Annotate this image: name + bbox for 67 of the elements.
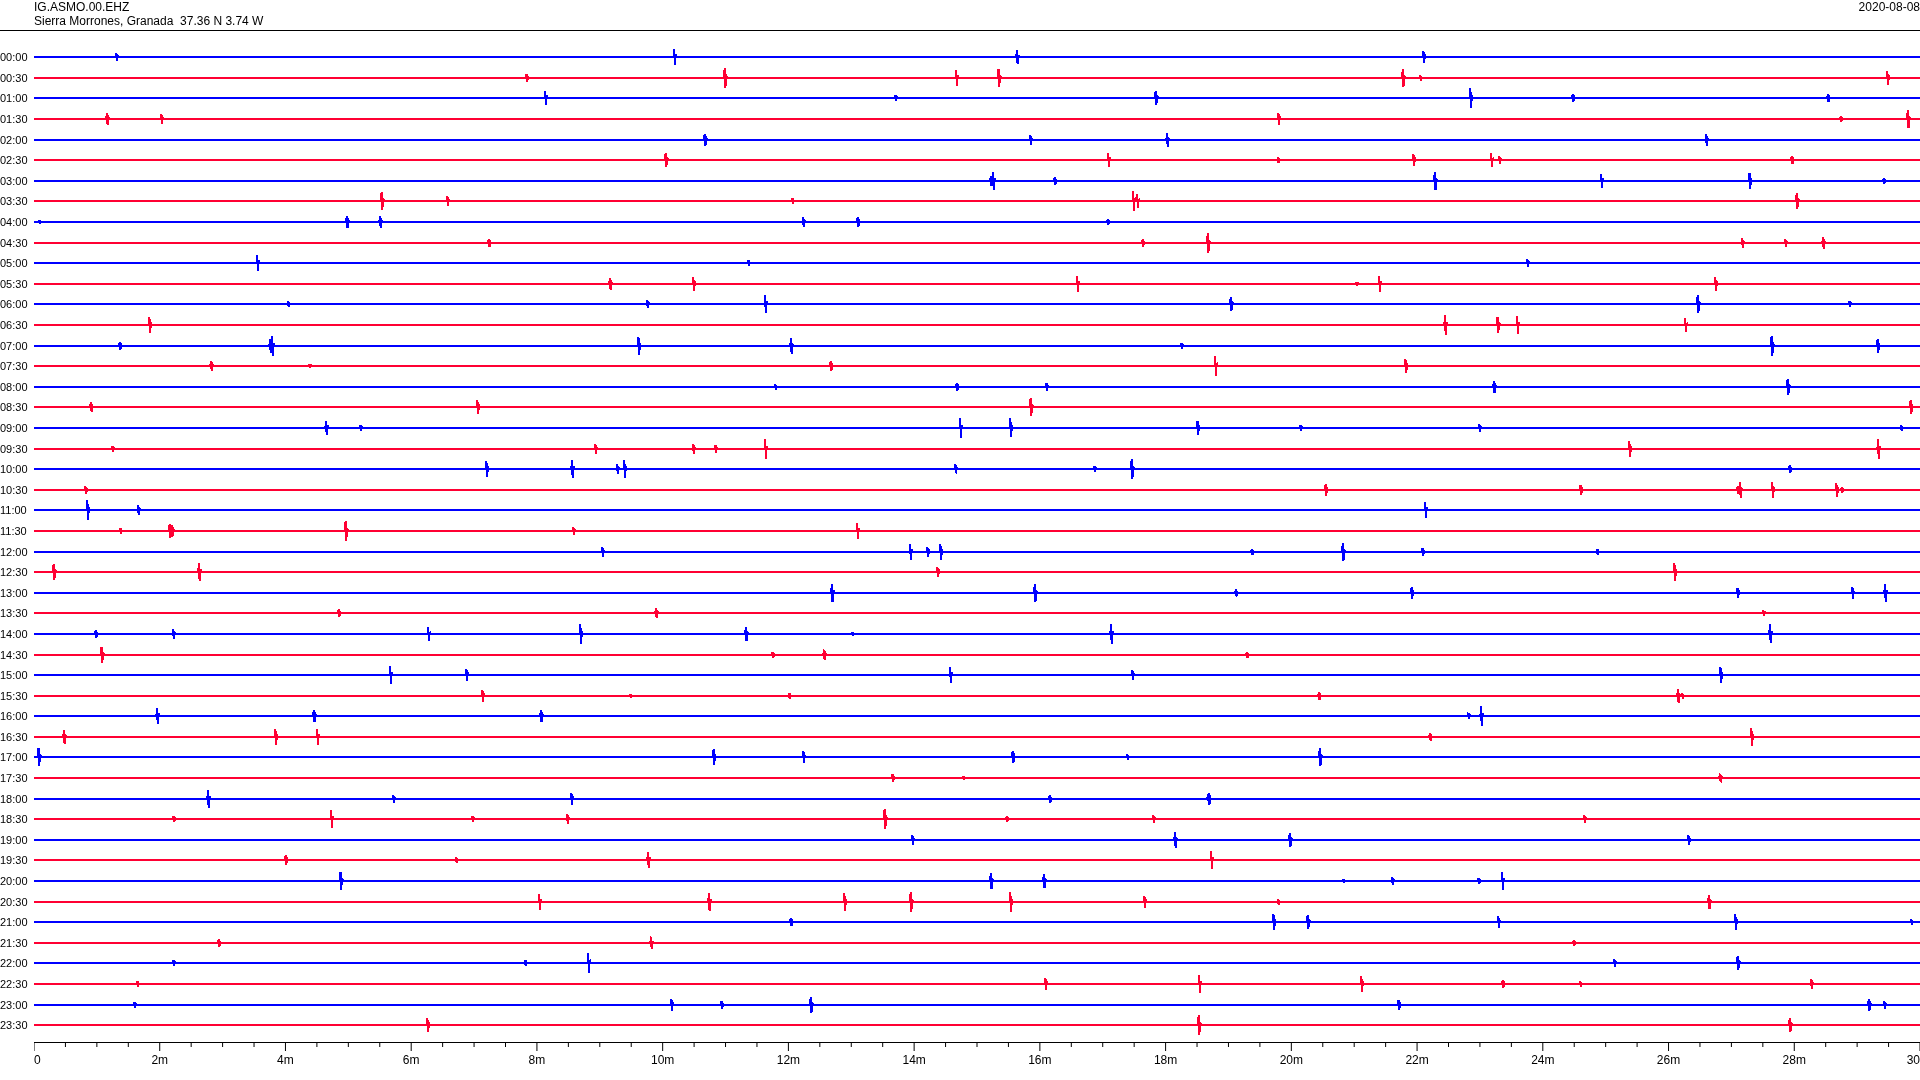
time-label: 23:00: [0, 998, 29, 1011]
time-label: 08:00: [0, 380, 29, 393]
time-label: 15:00: [0, 669, 29, 682]
time-label: 00:30: [0, 71, 29, 84]
time-label: 23:30: [0, 1019, 29, 1032]
time-label: 09:30: [0, 442, 29, 455]
time-label: 21:30: [0, 936, 29, 949]
time-label: 01:30: [0, 113, 29, 126]
time-label: 17:00: [0, 751, 29, 764]
axis-label: 4m: [277, 1052, 294, 1067]
axis-label: 14m: [902, 1052, 926, 1067]
station-location: Sierra Morrones, Granada 37.36 N 3.74 W: [34, 14, 264, 28]
time-label: 15:30: [0, 689, 29, 702]
time-label: 22:00: [0, 957, 29, 970]
time-label: 22:30: [0, 978, 29, 990]
time-label: 10:30: [0, 483, 29, 496]
axis-label: 30: [1906, 1052, 1920, 1067]
record-date: 2020-08-08: [1858, 0, 1920, 16]
time-label: 13:00: [0, 586, 29, 599]
time-label: 11:00: [0, 504, 28, 517]
time-label: 07:30: [0, 360, 29, 373]
time-label: 02:00: [0, 133, 29, 146]
time-label: 04:30: [0, 236, 29, 249]
time-label: 21:00: [0, 916, 29, 929]
time-label: 07:00: [0, 339, 29, 352]
time-label: 01:00: [0, 92, 29, 105]
axis-label: 20m: [1279, 1052, 1303, 1067]
station-code: IG.ASMO.00.EHZ: [34, 0, 131, 14]
axis-label: 24m: [1531, 1052, 1555, 1067]
time-label: 10:00: [0, 463, 29, 476]
axis-label: 0: [34, 1052, 41, 1067]
time-label: 12:30: [0, 566, 29, 579]
time-label: 08:30: [0, 401, 29, 414]
axis-label: 10m: [651, 1052, 675, 1067]
axis-label: 8m: [528, 1052, 546, 1067]
axis-label: 22m: [1405, 1052, 1429, 1067]
time-label: 06:00: [0, 298, 29, 311]
time-label: 02:30: [0, 154, 29, 167]
axis-label: 2m: [151, 1052, 169, 1067]
time-label: 13:30: [0, 607, 29, 620]
time-label: 14:30: [0, 648, 29, 661]
time-label: 03:00: [0, 174, 29, 187]
time-label: 19:30: [0, 854, 29, 867]
time-label: 18:30: [0, 813, 29, 826]
time-label: 19:00: [0, 833, 29, 846]
axis-label: 28m: [1782, 1052, 1806, 1067]
time-label: 00:00: [0, 51, 29, 64]
axis-label: 12m: [776, 1052, 801, 1067]
time-label: 20:30: [0, 895, 29, 908]
time-label: 06:30: [0, 319, 29, 331]
time-label: 11:30: [0, 524, 28, 537]
time-label: 05:00: [0, 257, 29, 270]
time-label: 14:00: [0, 627, 29, 640]
time-label: 03:30: [0, 195, 29, 208]
time-label: 17:30: [0, 772, 29, 785]
axis-label: 6m: [402, 1052, 420, 1067]
time-label: 04:00: [0, 216, 29, 229]
time-label: 09:00: [0, 422, 29, 434]
time-label: 16:00: [0, 710, 29, 723]
time-label: 18:00: [0, 792, 29, 805]
axis-label: 26m: [1656, 1052, 1681, 1067]
time-label: 12:00: [0, 545, 29, 558]
time-label: 16:30: [0, 730, 29, 743]
axis-label: 16m: [1028, 1052, 1052, 1067]
time-label: 20:00: [0, 875, 29, 888]
time-label: 05:30: [0, 277, 29, 290]
axis-label: 18m: [1153, 1052, 1178, 1067]
